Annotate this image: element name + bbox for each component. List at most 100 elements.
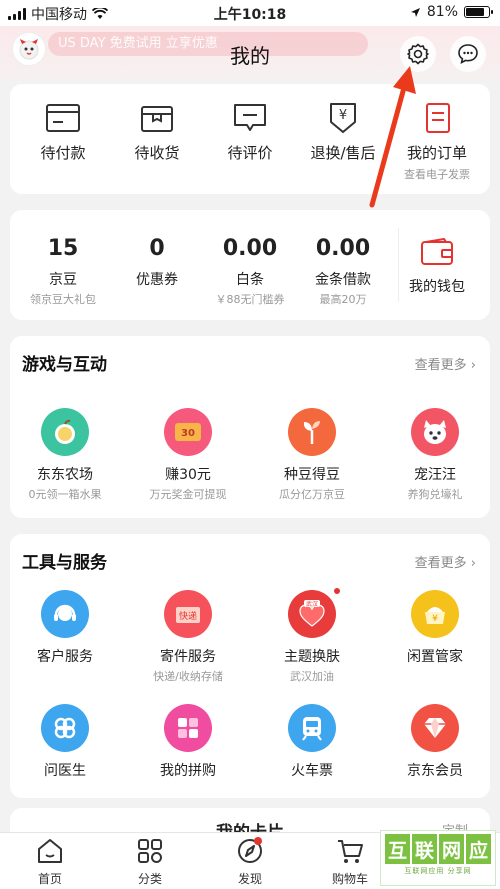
asset-value: 0.00 [222, 236, 278, 261]
headset-icon [41, 590, 89, 638]
see-more-label: 查看更多 [414, 358, 467, 373]
item-label: 京东会员 [407, 763, 463, 779]
tab-label: 购物车 [331, 872, 368, 886]
section-title: 工具与服务 [22, 553, 107, 573]
tab-home[interactable]: 首页 [10, 837, 90, 887]
tab-label: 分类 [137, 872, 162, 886]
badge-text: 武汉 [306, 600, 318, 608]
see-more-link[interactable]: 查看更多 › [415, 354, 476, 373]
svg-text:¥: ¥ [339, 108, 347, 123]
order-pending-review[interactable]: 待评价 [205, 102, 295, 163]
chat-bubble-icon [458, 44, 478, 65]
asset-baitiao[interactable]: 0.00 白条 ￥88无门槛券 [205, 236, 295, 307]
tab-discover[interactable]: 发现 [210, 837, 290, 887]
item-sub: 养狗兑壕礼 [407, 488, 463, 501]
game-item-earn30[interactable]: 30 赚30元 万元奖金可提现 [133, 408, 243, 502]
order-label: 待付款 [40, 144, 86, 162]
item-label: 闲置管家 [407, 649, 463, 665]
item-label: 东东农场 [37, 467, 93, 483]
tool-item-doctor[interactable]: 问医生 [10, 704, 120, 780]
item-label: 火车票 [291, 763, 333, 779]
asset-sub: 领京豆大礼包 [30, 293, 96, 306]
games-section: 游戏与互动 查看更多 › 东东农场 0元领一箱水果 30 赚30元 万元奖金可提… [10, 336, 490, 518]
wallet-card-icon [46, 104, 80, 132]
diamond-icon [411, 704, 459, 752]
svg-text:¥: ¥ [432, 614, 438, 624]
cart-icon [338, 840, 363, 863]
asset-value: 0 [149, 236, 165, 261]
tab-label: 发现 [237, 872, 262, 886]
asset-label: 京豆 [49, 272, 77, 288]
order-label: 待评价 [227, 144, 273, 162]
asset-label: 金条借款 [315, 272, 371, 288]
section-title: 游戏与互动 [22, 355, 107, 375]
dog-icon [411, 408, 459, 456]
my-wallet[interactable]: 我的钱包 [392, 238, 482, 296]
watermark-char: 联 [412, 834, 437, 864]
battery-icon [464, 6, 493, 18]
asset-coupons[interactable]: 0 优惠券 [112, 236, 202, 291]
asset-value: 0.00 [315, 236, 371, 261]
game-item-beans[interactable]: 种豆得豆 瓜分亿万京豆 [257, 408, 367, 502]
express-box-icon: 快递 [164, 590, 212, 638]
tool-item-theme[interactable]: 武汉 主题换肤 武汉加油 [257, 588, 367, 684]
item-label: 宠汪汪 [414, 467, 456, 483]
asset-label: 白条 [236, 272, 264, 288]
tool-item-group-buy[interactable]: 我的拼购 [133, 704, 243, 780]
tab-label: 首页 [37, 872, 62, 886]
messages-button[interactable] [450, 36, 486, 72]
item-sub: 武汉加油 [290, 670, 334, 683]
asset-sub: ￥88无门槛券 [215, 293, 285, 306]
asset-label: 优惠券 [136, 272, 178, 288]
doctor-icon [41, 704, 89, 752]
item-label: 问医生 [44, 763, 86, 779]
comment-icon [234, 104, 266, 131]
asset-jingdou[interactable]: 15 京豆 领京豆大礼包 [18, 236, 108, 307]
asset-sub: 最高20万 [319, 293, 367, 306]
category-icon [138, 839, 162, 863]
location-arrow-icon [410, 7, 420, 17]
item-label: 种豆得豆 [284, 467, 340, 483]
tool-item-membership[interactable]: 京东会员 [380, 704, 490, 780]
item-label: 赚30元 [165, 467, 211, 483]
tool-item-customer-service[interactable]: 客户服务 [10, 590, 120, 666]
see-more-label: 查看更多 [414, 556, 467, 571]
item-label: 我的拼购 [160, 763, 216, 779]
tool-item-shipping[interactable]: 快递 寄件服务 快递/收纳存储 [133, 590, 243, 684]
bean-sprout-icon [288, 408, 336, 456]
watermark-subtitle: 互联网应用 分享网 [404, 867, 472, 875]
red-arrow-annotation [369, 66, 416, 208]
watermark-char: 互 [385, 834, 410, 864]
game-item-dog[interactable]: 宠汪汪 养狗兑壕礼 [380, 408, 490, 502]
tools-section: 工具与服务 查看更多 › 客户服务 快递 寄件服务 快递/收纳存储 武汉 主题换… [10, 534, 490, 798]
game-item-farm[interactable]: 东东农场 0元领一箱水果 [10, 408, 120, 502]
wallet-icon [421, 238, 453, 265]
see-more-link[interactable]: 查看更多 › [415, 552, 476, 571]
item-sub: 0元领一箱水果 [28, 488, 102, 501]
home-icon [38, 839, 62, 863]
order-label: 待收货 [134, 144, 180, 162]
watermark-char: 应 [466, 834, 491, 864]
item-label: 寄件服务 [160, 649, 216, 665]
assets-card: 15 京豆 领京豆大礼包 0 优惠券 0.00 白条 ￥88无门槛券 0.00 … [10, 210, 490, 320]
order-pending-receipt[interactable]: 待收货 [112, 102, 202, 163]
asset-jintiao[interactable]: 0.00 金条借款 最高20万 [298, 236, 388, 307]
puzzle-icon [164, 704, 212, 752]
coin-pot-icon: ¥ [411, 590, 459, 638]
new-dot [334, 588, 340, 594]
tab-cart[interactable]: 购物车 [310, 837, 390, 887]
item-label: 主题换肤 [284, 649, 340, 665]
item-sub: 瓜分亿万京豆 [279, 488, 345, 501]
order-list-icon [426, 103, 450, 133]
theme-skin-icon: 武汉 [288, 588, 340, 638]
tool-item-train[interactable]: 火车票 [257, 704, 367, 780]
refund-icon: ¥ [330, 103, 356, 133]
item-label: 客户服务 [37, 649, 93, 665]
tab-category[interactable]: 分类 [110, 837, 190, 887]
order-pending-payment[interactable]: 待付款 [18, 102, 108, 163]
item-sub: 万元奖金可提现 [149, 488, 227, 501]
watermark-logo: 互 联 网 应 互联网应用 分享网 [380, 830, 496, 886]
notification-dot [254, 837, 262, 845]
status-bar: 中国移动 上午10:18 81% [0, 0, 500, 26]
tool-item-idle[interactable]: ¥ 闲置管家 [380, 590, 490, 666]
